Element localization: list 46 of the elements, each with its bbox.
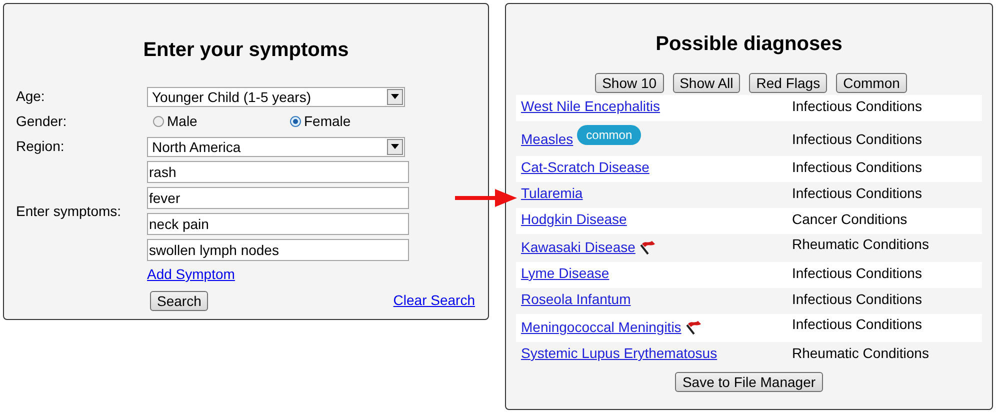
diagnosis-link[interactable]: Lyme Disease (521, 263, 610, 284)
field-label: Gender: (16, 112, 68, 131)
field-label: Age: (16, 87, 46, 106)
diagnosis-link[interactable]: Measles (521, 128, 574, 150)
diagnosis-link[interactable]: Kawasaki Disease (521, 237, 636, 258)
symptom-field[interactable]: rash (147, 161, 409, 183)
add-symptom-link[interactable]: Add Symptom (147, 266, 235, 282)
category-text: Infectious Conditions (792, 264, 922, 283)
category-text: Rheumatic Conditions (792, 344, 929, 363)
pointer-arrow (455, 189, 517, 207)
common-badge: common (577, 125, 642, 145)
category-text: Infectious Conditions (792, 184, 922, 203)
gender-radio[interactable]: Male (153, 111, 284, 132)
category-text: Infectious Conditions (792, 315, 922, 334)
field-label: Region: (16, 137, 66, 156)
symptom-field[interactable]: swollen lymph nodes (147, 239, 409, 261)
diagnosis-link[interactable]: Systemic Lupus Erythematosus (521, 343, 718, 364)
category-text: Infectious Conditions (792, 97, 922, 116)
action-button[interactable]: Common (836, 73, 907, 93)
action-button[interactable]: Show 10 (595, 73, 664, 93)
diagnosis-link[interactable]: Roseola Infantum (521, 289, 631, 310)
action-button[interactable]: Search (150, 290, 208, 310)
dropdown[interactable]: North America (147, 136, 405, 156)
panel-title: Enter your symptoms (142, 38, 350, 63)
panel-title: Possible diagnoses (654, 32, 844, 57)
field-label: Enter symptoms: (16, 202, 122, 221)
category-text: Rheumatic Conditions (792, 235, 929, 254)
dropdown[interactable]: Younger Child (1-5 years) (147, 86, 405, 106)
flag-icon (685, 320, 702, 335)
category-text: Infectious Conditions (792, 130, 922, 149)
category-text: Cancer Conditions (792, 210, 908, 229)
diagnosis-link[interactable]: Cat-Scratch Disease (521, 157, 650, 178)
gender-radio[interactable]: Female (290, 111, 421, 132)
diagnosis-link[interactable]: West Nile Encephalitis (521, 96, 660, 117)
diagnosis-link[interactable]: Hodgkin Disease (521, 209, 627, 230)
flag-icon (639, 240, 656, 255)
diagnosis-link[interactable]: Meningococcal Meningitis (521, 317, 682, 338)
action-button[interactable]: Red Flags (749, 73, 828, 93)
category-text: Infectious Conditions (792, 158, 922, 177)
action-button[interactable]: Show All (672, 73, 740, 93)
diagnosis-link[interactable]: Tularemia (521, 183, 583, 204)
symptom-field[interactable]: fever (147, 187, 409, 209)
symptom-field[interactable]: neck pain (147, 213, 409, 235)
action-button[interactable]: Save to File Manager (675, 372, 823, 392)
category-text: Infectious Conditions (792, 290, 922, 309)
clear-search-link[interactable]: Clear Search (393, 290, 475, 311)
